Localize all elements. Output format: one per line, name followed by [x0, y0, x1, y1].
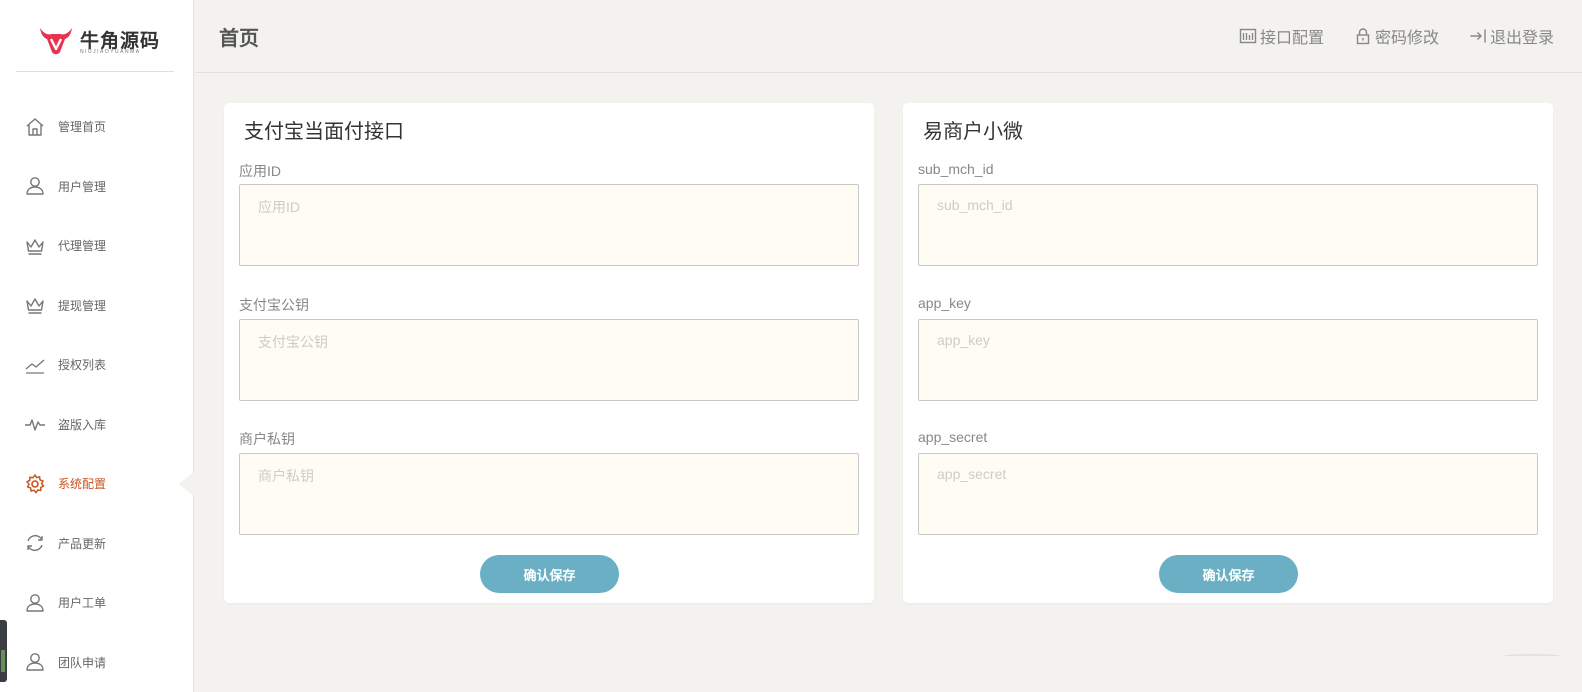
api-config-label: 接口配置: [1259, 30, 1324, 47]
user-icon: [24, 175, 46, 197]
card-title: 支付宝当面付接口: [244, 121, 404, 143]
top-header: 首页 接口配置 密码修改 退出登录: [195, 0, 1582, 73]
bull-logo-icon: [40, 28, 72, 55]
page-title: 首页: [219, 28, 259, 50]
config-icon: [1239, 28, 1257, 44]
change-password-label: 密码修改: [1374, 30, 1439, 47]
trend-icon: [24, 354, 46, 376]
change-password-link[interactable]: 密码修改: [1354, 24, 1439, 48]
alipay-config-card: 支付宝当面付接口 应用ID 支付宝公钥 商户私钥 确认保存: [224, 103, 874, 603]
field-label: app_key: [918, 295, 971, 311]
sidebar-item-piracy[interactable]: 盗版入库: [0, 395, 194, 455]
card-title: 易商户小微: [923, 121, 1023, 143]
save-button[interactable]: 确认保存: [480, 555, 619, 593]
sidebar-item-label: 授权列表: [58, 358, 107, 373]
user-icon: [24, 592, 46, 614]
home-icon: [24, 116, 46, 138]
sidebar-item-users[interactable]: 用户管理: [0, 157, 194, 217]
lock-icon: [1356, 28, 1370, 45]
sidebar: 牛角源码 NIUJIAOYUANMA 管理首页 用户管理 代理管理 提现管理 授…: [0, 0, 195, 692]
sidebar-item-dashboard[interactable]: 管理首页: [0, 97, 194, 157]
pulse-icon: [24, 413, 46, 435]
field-label: 应用ID: [239, 163, 281, 179]
gear-icon: [24, 473, 46, 495]
app-key-field[interactable]: [918, 319, 1538, 401]
sidebar-item-updates[interactable]: 产品更新: [0, 514, 194, 574]
sidebar-item-system-config[interactable]: 系统配置: [0, 454, 195, 514]
sidebar-item-label: 系统配置: [58, 477, 107, 492]
crown-icon: [24, 294, 46, 316]
logout-label: 退出登录: [1489, 30, 1554, 47]
logout-link[interactable]: 退出登录: [1469, 24, 1554, 48]
sidebar-item-team-apply[interactable]: 团队申请: [0, 633, 194, 692]
sidebar-item-label: 产品更新: [58, 536, 107, 551]
decorative-mark: [1504, 654, 1560, 658]
api-config-link[interactable]: 接口配置: [1239, 24, 1324, 48]
field-label: 商户私钥: [239, 431, 295, 447]
sidebar-item-licenses[interactable]: 授权列表: [0, 335, 194, 395]
field-label: 支付宝公钥: [239, 297, 309, 313]
merchant-private-key-field[interactable]: [239, 453, 859, 535]
sidebar-item-label: 用户管理: [58, 179, 107, 194]
sidebar-item-label: 用户工单: [58, 596, 107, 611]
crown-icon: [24, 235, 46, 257]
sidebar-item-withdrawals[interactable]: 提现管理: [0, 276, 194, 336]
sidebar-item-label: 团队申请: [58, 655, 107, 670]
field-label: sub_mch_id: [918, 161, 994, 177]
app-id-field[interactable]: [239, 184, 859, 266]
sub-mch-id-field[interactable]: [918, 184, 1538, 266]
yi-merchant-config-card: 易商户小微 sub_mch_id app_key app_secret 确认保存: [903, 103, 1553, 603]
sidebar-item-agents[interactable]: 代理管理: [0, 216, 194, 276]
active-indicator: [179, 470, 195, 497]
alipay-public-key-field[interactable]: [239, 319, 859, 401]
sidebar-item-label: 盗版入库: [58, 417, 107, 432]
save-button[interactable]: 确认保存: [1159, 555, 1298, 593]
app-secret-field[interactable]: [918, 453, 1538, 535]
field-label: app_secret: [918, 429, 988, 445]
sidebar-item-label: 代理管理: [58, 239, 107, 254]
refresh-icon: [24, 532, 46, 554]
sidebar-item-tickets[interactable]: 用户工单: [0, 573, 194, 633]
sidebar-item-label: 管理首页: [58, 120, 107, 135]
sidebar-item-label: 提现管理: [58, 298, 107, 313]
user-icon: [24, 651, 46, 673]
header-actions: 接口配置 密码修改 退出登录: [1239, 24, 1554, 48]
brand-subtitle: NIUJIAOYUANMA: [80, 49, 141, 55]
logout-icon: [1470, 29, 1486, 43]
sidebar-nav: 管理首页 用户管理 代理管理 提现管理 授权列表 盗版入库 系统配置 产品更新 …: [0, 97, 195, 692]
logo[interactable]: 牛角源码 NIUJIAOYUANMA: [16, 0, 174, 72]
floating-widget[interactable]: [0, 620, 7, 682]
